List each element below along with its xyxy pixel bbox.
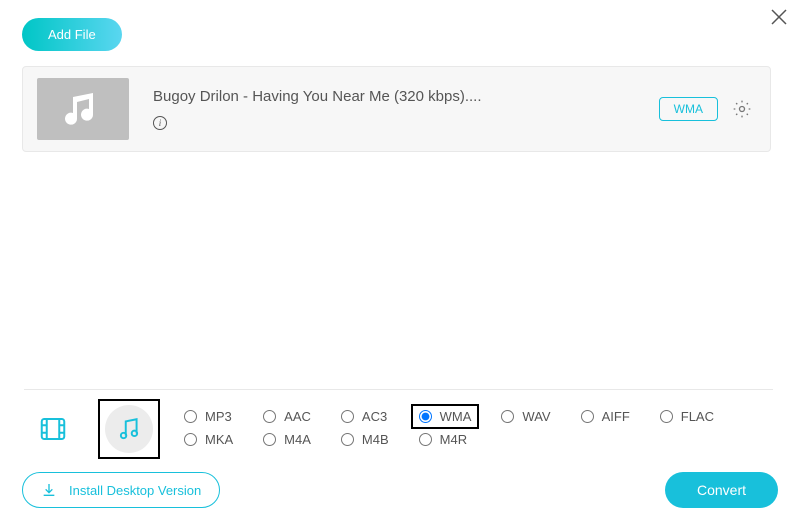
formats-grid: MP3 AAC AC3 WMA WAV AIFF FLAC MKA M4A M4… <box>184 409 714 447</box>
file-card: Bugoy Drilon - Having You Near Me (320 k… <box>22 66 771 152</box>
format-option-wav[interactable]: WAV <box>501 409 550 424</box>
format-option-m4b[interactable]: M4B <box>341 432 389 447</box>
format-selector-bar: MP3 AAC AC3 WMA WAV AIFF FLAC MKA M4A M4… <box>32 391 772 459</box>
format-option-aiff[interactable]: AIFF <box>581 409 630 424</box>
install-desktop-button[interactable]: Install Desktop Version <box>22 472 220 508</box>
file-info: Bugoy Drilon - Having You Near Me (320 k… <box>153 88 659 131</box>
divider <box>24 389 773 390</box>
format-option-mp3[interactable]: MP3 <box>184 409 233 424</box>
format-option-m4a[interactable]: M4A <box>263 432 311 447</box>
convert-button[interactable]: Convert <box>665 472 778 508</box>
format-option-flac[interactable]: FLAC <box>660 409 714 424</box>
info-icon[interactable]: i <box>153 116 167 130</box>
music-icon <box>105 405 153 453</box>
gear-icon[interactable] <box>732 99 752 119</box>
format-option-wma[interactable]: WMA <box>411 404 480 429</box>
footer: Install Desktop Version Convert <box>22 472 778 508</box>
audio-tab[interactable] <box>98 399 160 459</box>
video-tab[interactable] <box>32 408 74 450</box>
add-file-button[interactable]: Add File <box>22 18 122 51</box>
download-icon <box>41 482 57 498</box>
close-button[interactable] <box>770 8 788 26</box>
format-option-mka[interactable]: MKA <box>184 432 233 447</box>
file-thumbnail <box>37 78 129 140</box>
format-badge[interactable]: WMA <box>659 97 718 121</box>
file-title: Bugoy Drilon - Having You Near Me (320 k… <box>153 88 659 105</box>
format-option-m4r[interactable]: M4R <box>419 432 472 447</box>
format-option-ac3[interactable]: AC3 <box>341 409 389 424</box>
format-option-aac[interactable]: AAC <box>263 409 311 424</box>
